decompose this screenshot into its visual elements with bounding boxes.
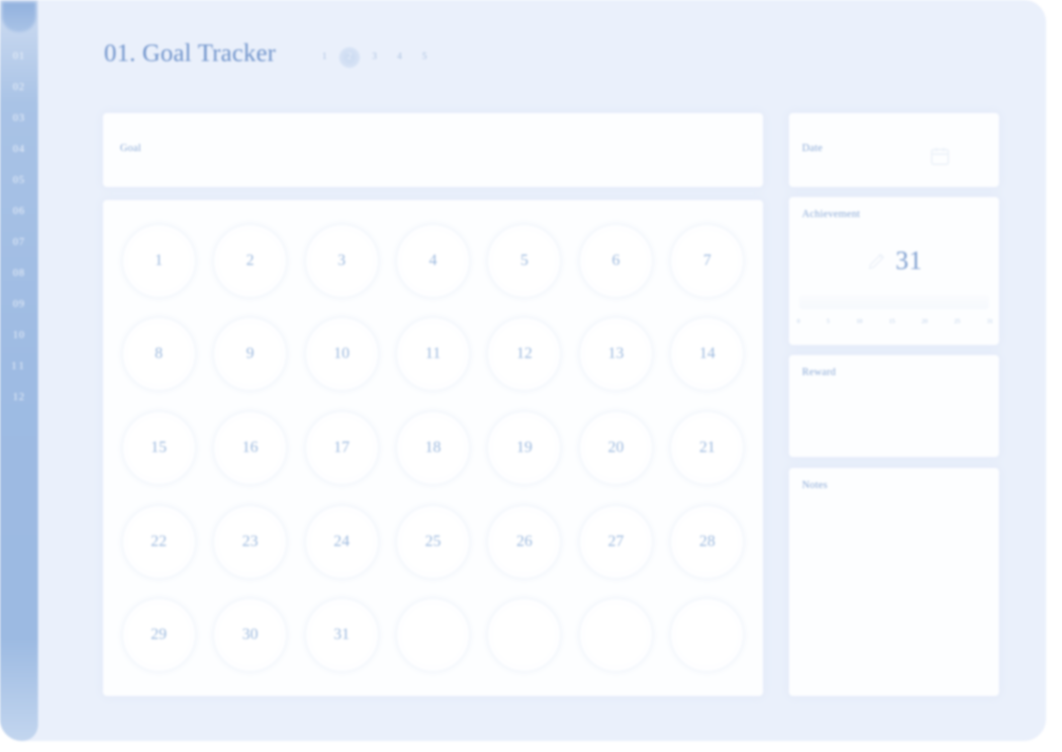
reward-card: Reward	[789, 355, 999, 457]
achievement-value: 31	[895, 246, 923, 275]
sidebar-item-05[interactable]: 05	[0, 165, 38, 196]
notes-input[interactable]	[802, 502, 986, 684]
sidebar-item-09[interactable]: 09	[0, 289, 38, 320]
sidebar-item-12[interactable]: 12	[0, 382, 38, 413]
day-cell-empty[interactable]	[487, 598, 562, 673]
day-cell-1[interactable]: 1	[121, 223, 196, 298]
sidebar-active-indicator	[2, 2, 36, 32]
pagination-item-2[interactable]: 2	[338, 46, 360, 68]
day-cell-empty[interactable]	[395, 598, 470, 673]
day-cell-10[interactable]: 10	[304, 317, 379, 392]
sidebar-item-03[interactable]: 03	[0, 103, 38, 134]
reward-label: Reward	[802, 367, 836, 378]
day-cell-28[interactable]: 28	[670, 504, 745, 579]
achievement-scale-tick: 5	[826, 319, 830, 325]
day-cell-18[interactable]: 18	[395, 410, 470, 485]
day-cell-6[interactable]: 6	[578, 223, 653, 298]
goal-input[interactable]	[120, 157, 740, 177]
app-root: 01 02 03 04 05 06 07 08 09 10 11 12 01. Goal Tracke…	[0, 0, 1062, 752]
achievement-scale-tick: 31	[986, 319, 993, 325]
day-cell-24[interactable]: 24	[304, 504, 379, 579]
pencil-icon	[866, 248, 888, 274]
day-cell-7[interactable]: 7	[670, 223, 745, 298]
notes-label: Notes	[802, 480, 828, 491]
day-cell-15[interactable]: 15	[121, 410, 196, 485]
sidebar-item-01[interactable]: 01	[0, 41, 38, 72]
achievement-label: Achievement	[802, 209, 861, 220]
achievement-readout: 31	[789, 237, 999, 285]
day-cell-11[interactable]: 11	[395, 317, 470, 392]
day-cell-2[interactable]: 2	[213, 223, 288, 298]
day-cell-16[interactable]: 16	[213, 410, 288, 485]
day-cell-22[interactable]: 22	[121, 504, 196, 579]
pagination-item-3[interactable]: 3	[364, 47, 385, 68]
date-label: Date	[802, 143, 823, 154]
day-cell-31[interactable]: 31	[304, 598, 379, 673]
achievement-progress-track[interactable]	[799, 295, 989, 309]
sidebar-item-10[interactable]: 10	[0, 320, 38, 351]
goal-label: Goal	[120, 143, 142, 154]
date-card: Date	[789, 113, 999, 187]
sidebar-month-rail[interactable]: 01 02 03 04 05 06 07 08 09 10 11 12	[0, 0, 38, 741]
achievement-scale-tick: 15	[888, 319, 895, 325]
content-area: 01. Goal Tracker 12345 Goal 1 2 3 4 5 6 7 8 9 10 1…	[38, 0, 1046, 741]
pagination-item-1[interactable]: 1	[314, 47, 335, 68]
reward-input[interactable]	[802, 389, 986, 445]
achievement-scale-tick: 0	[797, 319, 800, 325]
day-cell-27[interactable]: 27	[578, 504, 653, 579]
achievement-scale-tick: 20	[921, 319, 928, 325]
day-cell-19[interactable]: 19	[487, 410, 562, 485]
page-title: 01. Goal Tracker	[104, 40, 276, 67]
pagination[interactable]: 12345	[312, 46, 437, 68]
sidebar-item-04[interactable]: 04	[0, 134, 38, 165]
calendar-icon[interactable]	[929, 145, 951, 167]
date-input[interactable]	[802, 157, 932, 175]
day-cell-9[interactable]: 9	[213, 317, 288, 392]
day-cell-25[interactable]: 25	[395, 504, 470, 579]
achievement-card: Achievement 31 0 5 10 15 20 25 31	[789, 197, 999, 345]
day-cell-17[interactable]: 17	[304, 410, 379, 485]
day-cell-14[interactable]: 14	[670, 317, 745, 392]
achievement-scale-tick: 25	[954, 319, 961, 325]
day-cell-26[interactable]: 26	[487, 504, 562, 579]
day-cell-30[interactable]: 30	[213, 598, 288, 673]
goal-card: Goal	[103, 113, 763, 187]
sidebar-item-11[interactable]: 11	[0, 351, 38, 382]
day-cell-8[interactable]: 8	[121, 317, 196, 392]
day-cell-29[interactable]: 29	[121, 598, 196, 673]
sidebar-item-08[interactable]: 08	[0, 258, 38, 289]
day-cell-4[interactable]: 4	[395, 223, 470, 298]
achievement-scale: 0 5 10 15 20 25 31	[797, 319, 993, 325]
day-cell-empty[interactable]	[578, 598, 653, 673]
notes-card: Notes	[789, 468, 999, 696]
page-header: 01. Goal Tracker 12345	[104, 40, 437, 70]
sidebar-item-06[interactable]: 06	[0, 196, 38, 227]
day-cell-5[interactable]: 5	[487, 223, 562, 298]
day-cell-23[interactable]: 23	[213, 504, 288, 579]
calendar-card: 1 2 3 4 5 6 7 8 9 10 11 12 13 14 15 16 17 18 19 20 21 22 23 24 2…	[103, 200, 763, 696]
sidebar-item-07[interactable]: 07	[0, 227, 38, 258]
day-cell-20[interactable]: 20	[578, 410, 653, 485]
day-cell-empty[interactable]	[670, 598, 745, 673]
day-cell-12[interactable]: 12	[487, 317, 562, 392]
day-cell-21[interactable]: 21	[670, 410, 745, 485]
sidebar-item-02[interactable]: 02	[0, 72, 38, 103]
day-cell-3[interactable]: 3	[304, 223, 379, 298]
day-cell-13[interactable]: 13	[578, 317, 653, 392]
pagination-item-5[interactable]: 5	[414, 47, 435, 68]
achievement-scale-tick: 10	[856, 319, 863, 325]
pagination-item-4[interactable]: 4	[389, 47, 410, 68]
page-canvas: 01 02 03 04 05 06 07 08 09 10 11 12 01. Goal Tracke…	[0, 0, 1046, 741]
day-grid: 1 2 3 4 5 6 7 8 9 10 11 12 13 14 15 16 17 18 19 20 21 22 23 24 2…	[113, 214, 753, 682]
